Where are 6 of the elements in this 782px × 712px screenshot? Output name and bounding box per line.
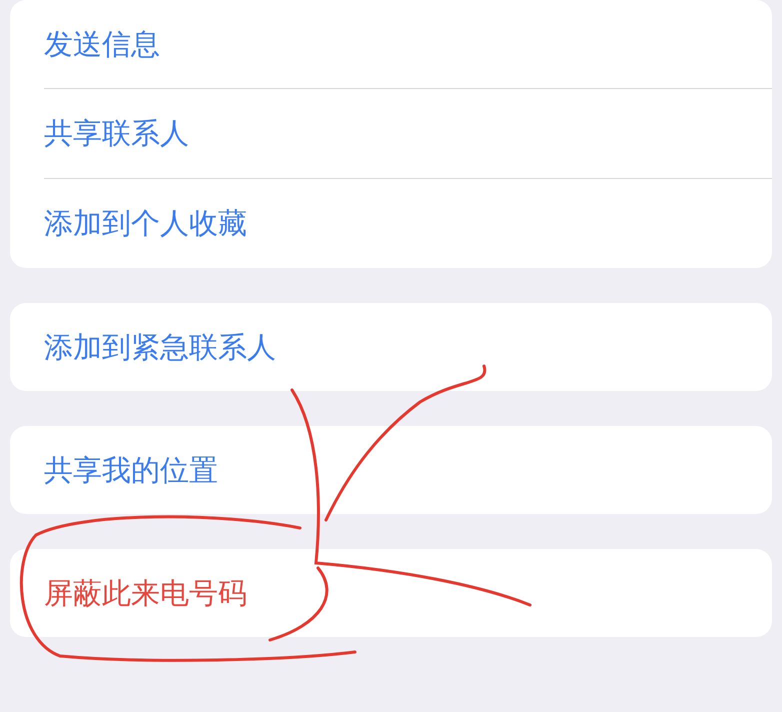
menu-item[interactable]: 屏蔽此来电号码: [44, 578, 247, 608]
menu-item[interactable]: 共享我的位置: [44, 456, 218, 484]
menu-item[interactable]: 发送信息: [44, 30, 160, 58]
menu-item[interactable]: 添加到个人收藏: [44, 209, 247, 238]
menu-item[interactable]: 共享联系人: [44, 119, 189, 148]
menu-item[interactable]: 添加到紧急联系人: [44, 332, 276, 362]
